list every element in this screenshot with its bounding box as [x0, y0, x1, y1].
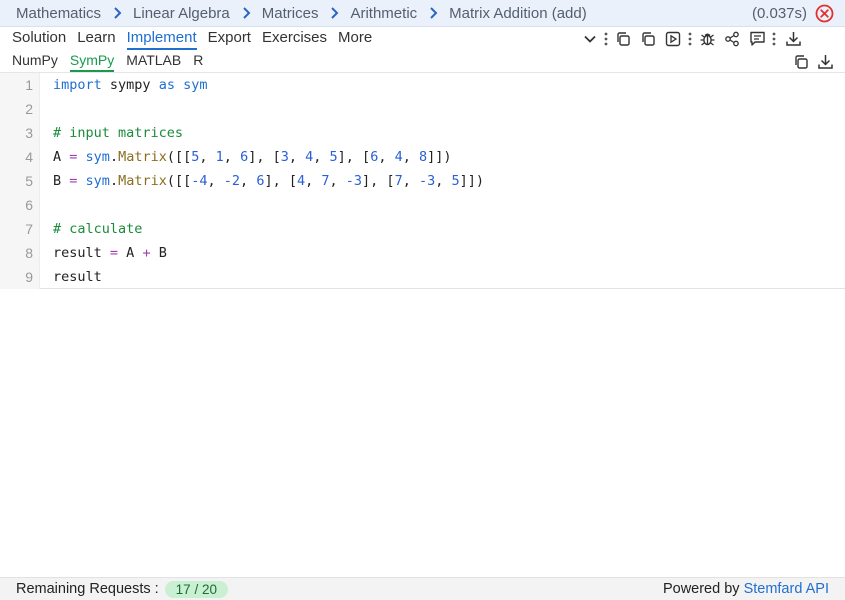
chevron-right-icon: [330, 7, 340, 19]
line-number: 7: [25, 221, 33, 237]
code-editor[interactable]: 1 import sympy as sym 2 3 # input matrices 4 A…: [0, 73, 845, 289]
breadcrumb-item-matrix-addition[interactable]: Matrix Addition (add): [449, 5, 587, 22]
breadcrumb-item-mathematics[interactable]: Mathematics: [16, 5, 101, 22]
code-text: A = sym.Matrix([[5, 1, 6], [3, 4, 5], [6…: [53, 149, 452, 165]
subtab-numpy[interactable]: NumPy: [12, 50, 58, 72]
status-bar: Remaining Requests : 17 / 20 Powered by …: [0, 577, 845, 600]
tab-implement[interactable]: Implement: [126, 27, 197, 50]
code-line: 3 # input matrices: [0, 121, 845, 145]
line-number: 3: [25, 125, 33, 141]
share-icon[interactable]: [723, 30, 741, 48]
breadcrumb-item-matrices[interactable]: Matrices: [262, 5, 319, 22]
line-number: 4: [25, 149, 33, 165]
line-number: 2: [25, 101, 33, 117]
code-line: 2: [0, 97, 845, 121]
line-number: 1: [25, 77, 33, 93]
code-line: 5 B = sym.Matrix([[-4, -2, 6], [4, 7, -3]…: [0, 169, 845, 193]
code-text: # input matrices: [53, 125, 184, 141]
remaining-requests-label: Remaining Requests :: [16, 581, 159, 597]
stemfard-api-link[interactable]: Stemfard API: [744, 581, 829, 597]
code-text: # calculate: [53, 221, 143, 237]
breadcrumb-item-arithmetic[interactable]: Arithmetic: [350, 5, 417, 22]
comment-icon[interactable]: [748, 30, 766, 48]
tab-export[interactable]: Export: [208, 27, 251, 50]
line-number: 6: [25, 197, 33, 213]
main-tabs: Solution Learn Implement Export Exercise…: [0, 27, 845, 50]
line-number: 8: [25, 245, 33, 261]
code-toolbar: [792, 50, 834, 73]
subtab-matlab[interactable]: MATLAB: [126, 50, 181, 72]
bug-icon[interactable]: [698, 30, 716, 48]
powered-by-label: Powered by: [662, 581, 740, 597]
toolbar: [581, 27, 802, 50]
powered-by: Powered by Stemfard API: [663, 581, 829, 597]
line-number: 9: [25, 269, 33, 285]
chevron-right-icon: [113, 7, 123, 19]
download-icon[interactable]: [784, 30, 802, 48]
chevron-right-icon: [429, 7, 439, 19]
tab-exercises[interactable]: Exercises: [262, 27, 327, 50]
chevron-right-icon: [242, 7, 252, 19]
code-text: import sympy as sym: [53, 77, 208, 93]
subtab-sympy[interactable]: SymPy: [69, 50, 115, 72]
tab-solution[interactable]: Solution: [12, 27, 66, 50]
line-number: 5: [25, 173, 33, 189]
play-icon[interactable]: [664, 30, 682, 48]
code-line: 6: [0, 193, 845, 217]
copy-icon[interactable]: [614, 30, 632, 48]
code-line: 7 # calculate: [0, 217, 845, 241]
code-line: 1 import sympy as sym: [0, 73, 845, 97]
kebab-icon[interactable]: [601, 30, 611, 48]
kebab-icon[interactable]: [685, 30, 695, 48]
kebab-icon[interactable]: [769, 30, 779, 48]
timing-label: (0.037s): [751, 5, 807, 22]
chevron-down-icon[interactable]: [581, 30, 599, 48]
code-text: B = sym.Matrix([[-4, -2, 6], [4, 7, -3],…: [53, 173, 485, 189]
download-icon[interactable]: [816, 53, 834, 71]
close-icon[interactable]: [815, 4, 834, 23]
copy-icon[interactable]: [639, 30, 657, 48]
remaining-requests-badge: 17 / 20: [164, 580, 228, 598]
subtab-r[interactable]: R: [193, 50, 203, 72]
copy-icon[interactable]: [792, 53, 810, 71]
code-text: result: [53, 269, 102, 285]
tab-learn[interactable]: Learn: [77, 27, 115, 50]
tab-more[interactable]: More: [338, 27, 372, 50]
code-line: 9 result: [0, 265, 845, 289]
language-tabs: NumPy SymPy MATLAB R: [0, 50, 845, 73]
code-line: 8 result = A + B: [0, 241, 845, 265]
code-text: result = A + B: [53, 245, 167, 261]
breadcrumb-item-linear-algebra[interactable]: Linear Algebra: [133, 5, 230, 22]
code-line: 4 A = sym.Matrix([[5, 1, 6], [3, 4, 5], […: [0, 145, 845, 169]
breadcrumb: Mathematics Linear Algebra Matrices Arit…: [0, 0, 845, 27]
